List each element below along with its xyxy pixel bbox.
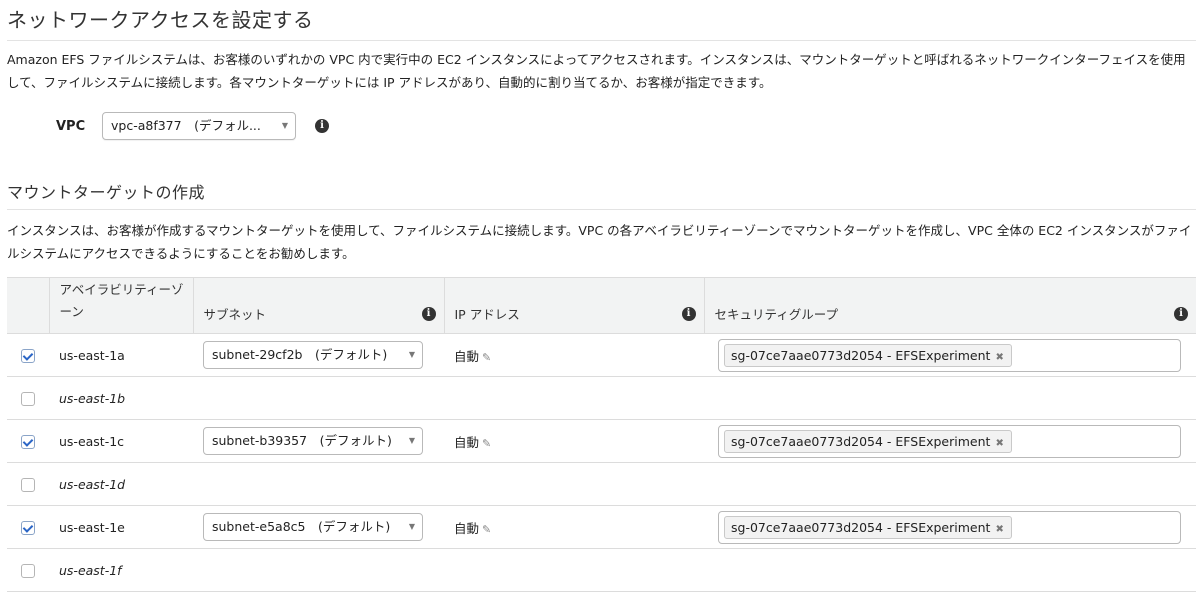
security-group-tag: sg-07ce7aae0773d2054 - EFSExperiment ✖ (724, 344, 1012, 367)
subnet-select[interactable]: subnet-29cf2b (デフォルト) ▼ (203, 341, 423, 369)
row-checkbox[interactable] (21, 434, 35, 449)
remove-icon[interactable]: ✖ (995, 352, 1003, 363)
vpc-label: VPC (56, 119, 86, 134)
az-cell: us-east-1b (49, 376, 193, 420)
pencil-icon[interactable]: ✎ (482, 351, 491, 364)
ip-value: 自動 (454, 434, 480, 450)
security-group-tag: sg-07ce7aae0773d2054 - EFSExperiment ✖ (724, 516, 1012, 539)
mount-target-table: アベイラビリティーゾーン サブネット i IP アドレス i セキュリティグループ i… (7, 277, 1196, 592)
subnet-select[interactable]: subnet-e5a8c5 (デフォルト) ▼ (203, 513, 423, 541)
row-checkbox[interactable] (21, 563, 35, 578)
chevron-down-icon: ▼ (408, 350, 415, 359)
security-group-tag-label: sg-07ce7aae0773d2054 - EFSExperiment (731, 434, 991, 449)
header-subnet: サブネット i (192, 277, 444, 334)
divider (7, 40, 1196, 41)
divider (7, 209, 1196, 210)
page-description: Amazon EFS ファイルシステムは、お客様のいずれかの VPC 内で実行中… (7, 52, 1186, 90)
page-title: ネットワークアクセスを設定する (7, 8, 314, 32)
table-row: us-east-1a subnet-29cf2b (デフォルト) ▼ 自動 ✎ sg… (7, 333, 1196, 377)
table-row: us-east-1f (7, 548, 1196, 592)
ip-cell[interactable]: 自動 ✎ (444, 333, 704, 377)
section-description: インスタンスは、お客様が作成するマウントターゲットを使用して、ファイルシステムに… (7, 223, 1192, 261)
info-icon[interactable]: i (421, 307, 436, 321)
az-cell: us-east-1e (49, 505, 193, 549)
vpc-select[interactable]: vpc-a8f377 (デフォル... ▼ (102, 112, 296, 140)
security-group-tag-label: sg-07ce7aae0773d2054 - EFSExperiment (731, 348, 991, 363)
table-row: us-east-1d (7, 462, 1196, 506)
subnet-value: subnet-29cf2b (デフォルト) (212, 347, 388, 362)
chevron-down-icon: ▼ (281, 121, 288, 130)
header-ip-address: IP アドレス i (443, 277, 704, 334)
remove-icon[interactable]: ✖ (995, 438, 1003, 449)
subnet-select[interactable]: subnet-b39357 (デフォルト) ▼ (203, 427, 423, 455)
info-icon[interactable]: i (315, 119, 329, 133)
subnet-value: subnet-e5a8c5 (デフォルト) (212, 519, 391, 534)
pencil-icon[interactable]: ✎ (482, 437, 491, 450)
info-icon[interactable]: i (681, 307, 696, 321)
info-icon[interactable]: i (1174, 307, 1188, 321)
security-group-tag: sg-07ce7aae0773d2054 - EFSExperiment ✖ (724, 430, 1012, 453)
security-group-input[interactable]: sg-07ce7aae0773d2054 - EFSExperiment ✖ (718, 511, 1181, 544)
ip-cell[interactable]: 自動 ✎ (444, 419, 704, 463)
az-cell: us-east-1f (49, 548, 193, 592)
ip-value: 自動 (454, 520, 480, 536)
header-availability-zone: アベイラビリティーゾーン (48, 277, 193, 334)
row-checkbox[interactable] (21, 520, 35, 535)
table-row: us-east-1b (7, 376, 1196, 420)
security-group-tag-label: sg-07ce7aae0773d2054 - EFSExperiment (731, 520, 991, 535)
chevron-down-icon: ▼ (408, 436, 415, 445)
row-checkbox[interactable] (21, 348, 35, 363)
header-security-group: セキュリティグループ i (703, 277, 1196, 334)
ip-cell[interactable]: 自動 ✎ (444, 505, 704, 549)
table-header-row: アベイラビリティーゾーン サブネット i IP アドレス i セキュリティグループ i (7, 277, 1196, 334)
section-title: マウントターゲットの作成 (7, 183, 206, 202)
ip-value: 自動 (454, 348, 480, 364)
chevron-down-icon: ▼ (408, 522, 415, 531)
subnet-value: subnet-b39357 (デフォルト) (212, 433, 392, 448)
az-cell: us-east-1c (49, 419, 193, 463)
security-group-input[interactable]: sg-07ce7aae0773d2054 - EFSExperiment ✖ (718, 339, 1181, 372)
remove-icon[interactable]: ✖ (995, 524, 1003, 535)
header-checkbox (7, 277, 49, 334)
pencil-icon[interactable]: ✎ (482, 523, 491, 536)
row-checkbox[interactable] (21, 477, 35, 492)
vpc-select-value: vpc-a8f377 (デフォル... (111, 118, 261, 133)
az-cell: us-east-1a (49, 333, 193, 377)
security-group-input[interactable]: sg-07ce7aae0773d2054 - EFSExperiment ✖ (718, 425, 1181, 458)
table-row: us-east-1c subnet-b39357 (デフォルト) ▼ 自動 ✎ sg… (7, 419, 1196, 463)
az-cell: us-east-1d (49, 462, 193, 506)
row-checkbox[interactable] (21, 391, 35, 406)
table-row: us-east-1e subnet-e5a8c5 (デフォルト) ▼ 自動 ✎ sg… (7, 505, 1196, 549)
